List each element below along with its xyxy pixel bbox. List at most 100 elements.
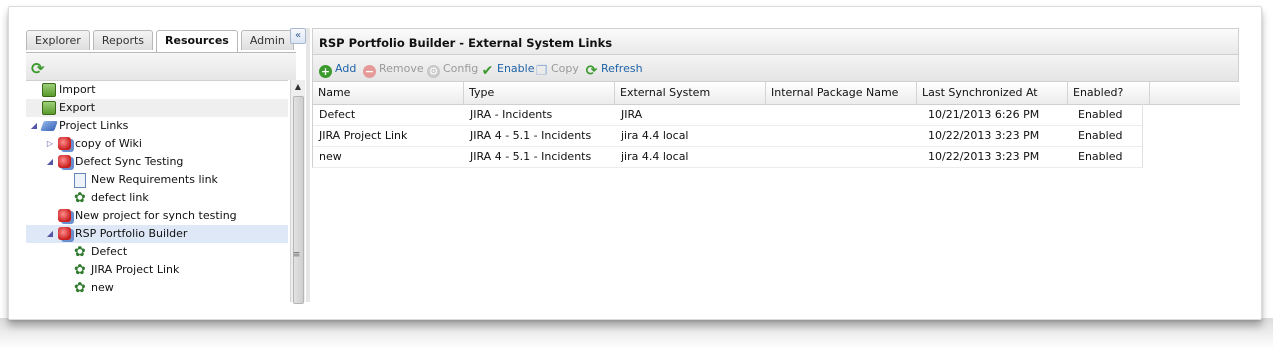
column-header-name[interactable]: Name	[313, 82, 464, 104]
cell-type: JIRA 4 - 5.1 - Incidents	[470, 129, 592, 142]
tree-item-new-project-for-synch-testing[interactable]: New project for synch testing	[26, 207, 288, 225]
cell-internal-package-name	[766, 146, 917, 167]
tree-item-label: defect link	[91, 191, 149, 204]
remove-label: Remove	[379, 62, 424, 75]
tab-admin[interactable]: Admin	[240, 30, 294, 50]
collapse-panel-button[interactable]: «	[290, 28, 306, 44]
left-tabs: Explorer Reports Resources Admin	[26, 30, 294, 52]
tree-item-export[interactable]: Export	[26, 99, 288, 117]
cell-type: JIRA 4 - 5.1 - Incidents	[470, 150, 592, 163]
column-header-external-system[interactable]: External System	[615, 82, 766, 104]
tree-item-label: New project for synch testing	[75, 209, 237, 222]
import-icon	[42, 83, 56, 97]
column-header-last-synchronized-at[interactable]: Last Synchronized At	[917, 82, 1068, 104]
cell-name: new	[319, 150, 342, 163]
scrollbar-thumb[interactable]	[293, 96, 304, 304]
cell-external-system: jira 4.4 local	[621, 150, 689, 163]
left-panel: Explorer Reports Resources Admin ⟳ Impor…	[18, 22, 305, 304]
tree-item-label: new	[91, 281, 114, 294]
tab-reports[interactable]: Reports	[92, 30, 154, 50]
tab-resources[interactable]: Resources	[156, 30, 238, 52]
cell-internal-package-name	[766, 104, 917, 125]
enable-label: Enable	[497, 62, 535, 75]
copy-label: Copy	[551, 62, 579, 75]
tree-item-jira-project-link[interactable]: ✿ JIRA Project Link	[26, 261, 288, 279]
expanded-triangle-icon[interactable]: ◢	[46, 153, 54, 171]
bottom-shadow	[0, 318, 1273, 350]
tree-item-label: Defect Sync Testing	[75, 155, 184, 168]
right-panel: RSP Portfolio Builder - External System …	[312, 28, 1240, 302]
tree-item-import[interactable]: Import	[26, 81, 288, 99]
add-button[interactable]: + Add	[319, 61, 357, 78]
cell-external-system: jira 4.4 local	[621, 129, 689, 142]
scrollbar-grip-icon: ≡	[292, 250, 301, 260]
link-icon: ✿	[74, 262, 86, 278]
add-label: Add	[335, 62, 357, 75]
tree-item-label: RSP Portfolio Builder	[75, 227, 188, 240]
project-icon	[58, 155, 72, 169]
refresh-icon[interactable]: ⟳	[31, 59, 44, 78]
refresh-icon: ⟳	[585, 63, 598, 79]
tree-item-defect-sync-testing[interactable]: ◢ Defect Sync Testing	[26, 153, 288, 171]
cell-last-synchronized-at: 10/22/2013 3:23 PM	[928, 150, 1040, 163]
table-row[interactable]: Defect JIRA - Incidents JIRA 10/21/2013 …	[312, 104, 1143, 126]
link-icon: ✿	[74, 280, 86, 296]
tree-item-label: New Requirements link	[91, 173, 218, 186]
tab-explorer[interactable]: Explorer	[26, 30, 90, 50]
project-icon	[58, 209, 72, 223]
link-icon: ✿	[74, 190, 86, 206]
config-gear-icon: ⚙	[427, 65, 440, 78]
tree-item-defect[interactable]: ✿ Defect	[26, 243, 288, 261]
column-header-internal-package-name[interactable]: Internal Package Name	[766, 82, 917, 104]
enable-button[interactable]: ✔ Enable	[481, 61, 535, 79]
refresh-button[interactable]: ⟳ Refresh	[585, 61, 643, 79]
tree-item-label: Import	[59, 83, 96, 96]
remove-icon: −	[363, 65, 376, 78]
left-toolbar: ⟳	[26, 53, 296, 80]
cell-last-synchronized-at: 10/21/2013 6:26 PM	[928, 108, 1040, 121]
cell-external-system: JIRA	[621, 108, 643, 121]
panel-splitter[interactable]	[306, 28, 310, 302]
config-button[interactable]: ⚙ Config	[427, 61, 479, 78]
tree-item-copy-of-wiki[interactable]: ▷ copy of Wiki	[26, 135, 288, 153]
tree-item-label: Project Links	[59, 119, 129, 132]
tree-scrollbar[interactable]: ▲ ≡	[290, 80, 305, 304]
table-row[interactable]: JIRA Project Link JIRA 4 - 5.1 - Inciden…	[312, 125, 1143, 147]
tree-item-rsp-portfolio-builder[interactable]: ◢ RSP Portfolio Builder	[26, 225, 288, 243]
expanded-triangle-icon[interactable]: ◢	[30, 117, 38, 135]
project-icon	[58, 137, 72, 151]
collapsed-triangle-icon[interactable]: ▷	[46, 135, 54, 153]
cell-enabled: Enabled	[1078, 108, 1123, 121]
cell-type: JIRA - Incidents	[470, 108, 553, 121]
cell-enabled: Enabled	[1078, 129, 1123, 142]
config-label: Config	[443, 62, 479, 75]
export-icon	[42, 101, 56, 115]
tree-item-new-requirements-link[interactable]: New Requirements link	[26, 171, 288, 189]
project-links-icon	[40, 119, 58, 133]
tree-item-label: copy of Wiki	[75, 137, 142, 150]
cell-last-synchronized-at: 10/22/2013 3:23 PM	[928, 129, 1040, 142]
tree-item-defect-link[interactable]: ✿ defect link	[26, 189, 288, 207]
resource-tree: Import Export ◢ Project Links ▷ copy of …	[26, 80, 288, 303]
scroll-up-arrow-icon[interactable]: ▲	[291, 82, 305, 91]
copy-button[interactable]: ❐ Copy	[535, 61, 579, 78]
add-icon: +	[319, 65, 332, 78]
cell-internal-package-name	[766, 125, 917, 146]
grid-divider	[1142, 104, 1143, 168]
requirements-link-icon	[74, 173, 88, 188]
expanded-triangle-icon[interactable]: ◢	[46, 225, 54, 243]
checkmark-icon: ✔	[481, 63, 494, 79]
tree-item-new[interactable]: ✿ new	[26, 279, 288, 297]
tree-item-label: Defect	[91, 245, 128, 258]
table-row[interactable]: new JIRA 4 - 5.1 - Incidents jira 4.4 lo…	[312, 146, 1143, 168]
cell-name: Defect	[319, 108, 356, 121]
remove-button[interactable]: − Remove	[363, 61, 424, 78]
column-header-enabled[interactable]: Enabled?	[1068, 82, 1150, 104]
cell-name: JIRA Project Link	[319, 129, 408, 142]
refresh-label: Refresh	[601, 62, 643, 75]
cell-enabled: Enabled	[1078, 150, 1123, 163]
column-header-type[interactable]: Type	[464, 82, 615, 104]
tree-item-project-links[interactable]: ◢ Project Links	[26, 117, 288, 135]
tree-item-label: JIRA Project Link	[91, 263, 180, 276]
project-icon	[58, 227, 72, 241]
